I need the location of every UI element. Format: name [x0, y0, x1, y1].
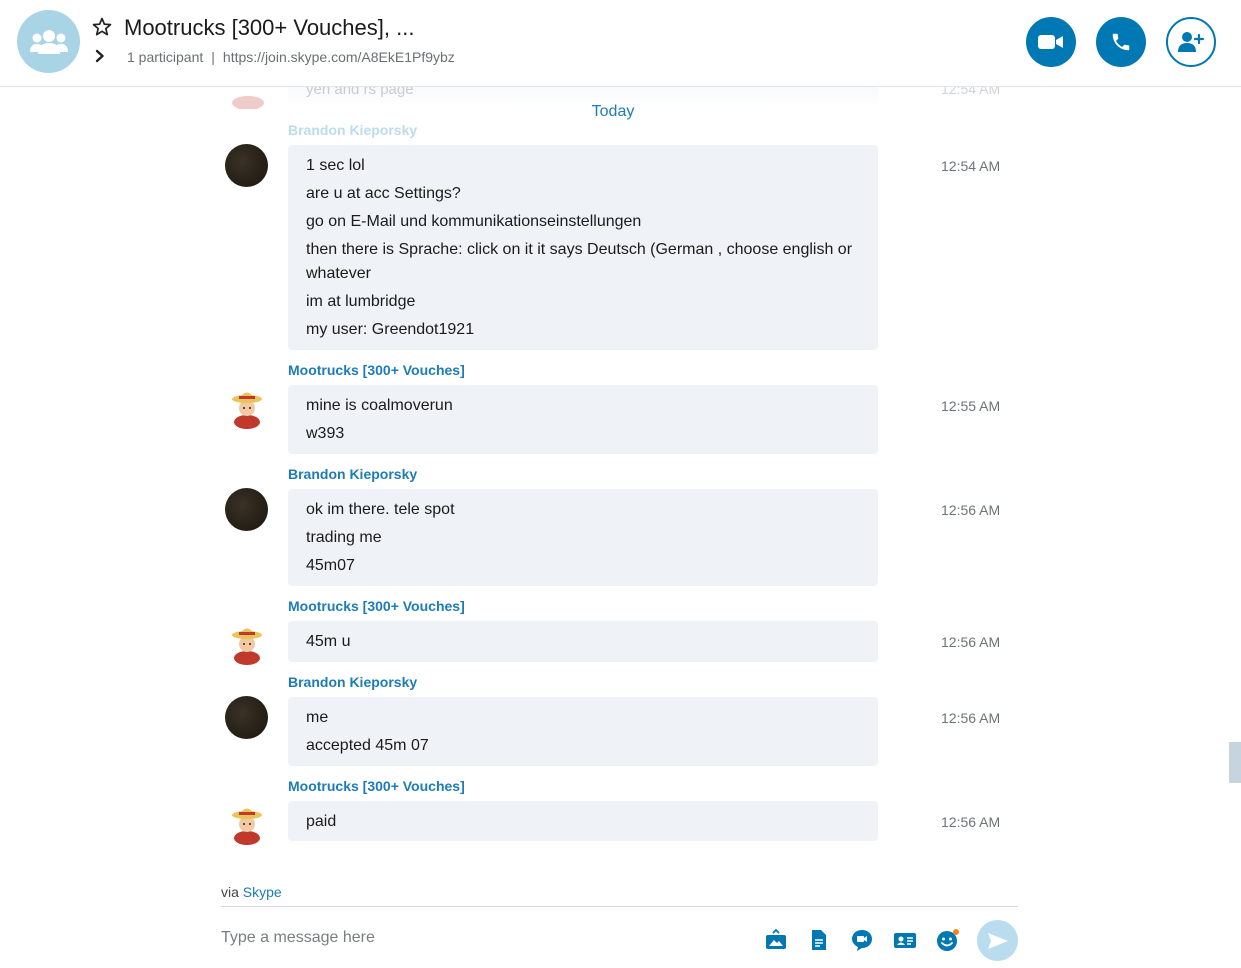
avatar[interactable] [225, 384, 268, 429]
message-text: 45m u [306, 633, 351, 650]
message-bubble[interactable]: ok im there. tele spot trading me 45m07 [288, 489, 878, 586]
favorite-star-icon[interactable] [92, 17, 112, 37]
message-text: go on E-Mail und kommunikationseinstellu… [306, 213, 642, 230]
message-text: my user: Greendot1921 [306, 321, 475, 338]
send-button[interactable] [977, 920, 1018, 961]
avatar[interactable] [225, 144, 268, 187]
sender-name[interactable]: Brandon Kieporsky [288, 466, 417, 482]
message-time: 12:55 AM [941, 398, 1001, 414]
message-input[interactable]: Type a message here [221, 929, 375, 947]
via-prefix: via [221, 884, 239, 900]
message-text: paid [306, 813, 337, 830]
send-icon [987, 932, 1008, 949]
file-icon[interactable] [807, 928, 831, 952]
sender-name[interactable]: Mootrucks [300+ Vouches] [288, 598, 465, 614]
message-text: im at lumbridge [306, 293, 416, 310]
message-text: w393 [306, 425, 345, 442]
group-icon [29, 29, 68, 54]
message-time: 12:54 AM [941, 158, 1001, 174]
sender-name[interactable]: Brandon Kieporsky [288, 674, 417, 690]
participant-count[interactable]: 1 participant [127, 49, 203, 65]
message-bubble[interactable]: mine is coalmoverun w393 [288, 385, 878, 454]
add-person-icon [1178, 32, 1205, 52]
message-list[interactable]: yeh and rs page 12:54 AM Today Brandon K… [0, 87, 1241, 847]
message-text: then there is Sprache: click on it it sa… [306, 241, 853, 282]
message-text: are u at acc Settings? [306, 185, 461, 202]
contact-card-icon[interactable] [893, 928, 917, 952]
message-time: 12:56 AM [941, 634, 1001, 650]
message-time: 12:56 AM [941, 502, 1001, 518]
via-label: via Skype [221, 884, 282, 900]
video-camera-icon [1038, 35, 1063, 49]
day-separator: Today [591, 103, 635, 120]
chevron-right-icon[interactable] [94, 49, 106, 63]
phone-icon [1112, 33, 1130, 51]
avatar[interactable] [225, 696, 268, 739]
add-people-button[interactable] [1166, 17, 1216, 67]
message-text: 45m07 [306, 557, 355, 574]
message-bubble[interactable]: 45m u [288, 621, 878, 662]
scrolled-message-time: 12:54 AM [941, 87, 1001, 97]
conversation-header: Mootrucks [300+ Vouches], ... 1 particip… [0, 0, 1241, 87]
conversation-subtitle: 1 participant | https://join.skype.com/A8E… [127, 49, 455, 65]
message-bubble[interactable]: me accepted 45m 07 [288, 697, 878, 766]
scrolled-message-text: yeh and rs page [306, 87, 414, 98]
scrollbar-thumb[interactable] [1229, 742, 1241, 783]
sender-name[interactable]: Mootrucks [300+ Vouches] [288, 778, 465, 794]
media-icon[interactable] [764, 928, 788, 952]
avatar[interactable] [225, 800, 268, 845]
sender-name[interactable]: Mootrucks [300+ Vouches] [288, 362, 465, 378]
message-text: accepted 45m 07 [306, 737, 429, 754]
message-bubble[interactable]: 1 sec lol are u at acc Settings? go on E… [288, 145, 878, 350]
video-message-icon[interactable] [850, 928, 874, 952]
message-text: me [306, 709, 329, 726]
via-skype-link[interactable]: Skype [243, 884, 282, 900]
sender-name[interactable]: Brandon Kieporsky [288, 122, 417, 138]
join-link[interactable]: https://join.skype.com/A8EkE1Pf9ybz [223, 49, 455, 65]
message-time: 12:56 AM [941, 814, 1001, 830]
subtitle-separator: | [211, 49, 215, 65]
conversation-title[interactable]: Mootrucks [300+ Vouches], ... [124, 15, 414, 41]
avatar[interactable] [225, 488, 268, 531]
message-text: ok im there. tele spot [306, 501, 455, 518]
avatar[interactable] [225, 620, 268, 665]
audio-call-button[interactable] [1096, 17, 1146, 67]
message-time: 12:56 AM [941, 710, 1001, 726]
composer-divider [221, 906, 1018, 907]
emoji-icon[interactable] [936, 928, 960, 952]
video-call-button[interactable] [1026, 17, 1076, 67]
message-text: trading me [306, 529, 382, 546]
message-text: mine is coalmoverun [306, 397, 453, 414]
group-avatar[interactable] [17, 10, 80, 73]
message-bubble[interactable]: paid [288, 801, 878, 841]
message-text: 1 sec lol [306, 157, 365, 174]
